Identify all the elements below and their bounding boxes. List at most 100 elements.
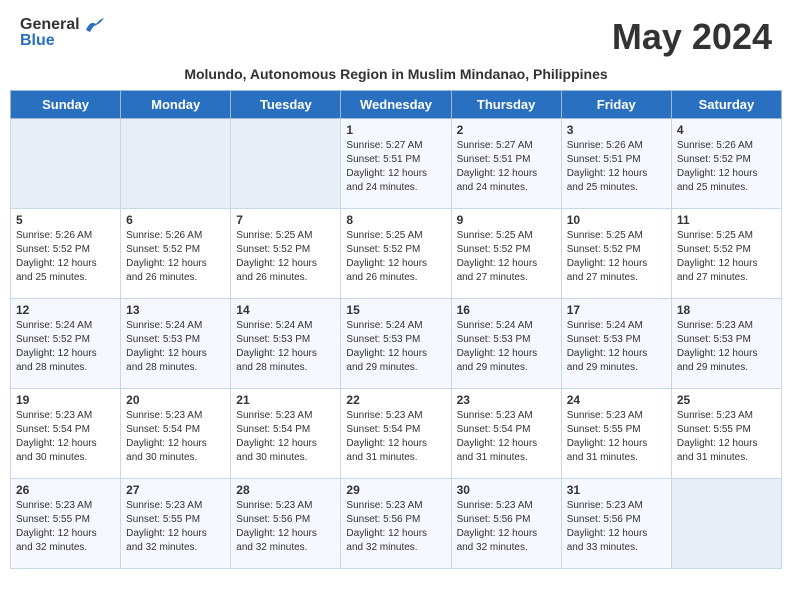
sunset-text: Sunset: 5:53 PM (236, 334, 310, 345)
day-info: Sunrise: 5:24 AMSunset: 5:53 PMDaylight:… (346, 319, 445, 375)
daylight-text: Daylight: 12 hours and 25 minutes. (567, 168, 648, 193)
calendar-week-row: 5Sunrise: 5:26 AMSunset: 5:52 PMDaylight… (11, 209, 782, 299)
daylight-text: Daylight: 12 hours and 24 minutes. (457, 168, 538, 193)
daylight-text: Daylight: 12 hours and 30 minutes. (16, 438, 97, 463)
calendar-cell: 16Sunrise: 5:24 AMSunset: 5:53 PMDayligh… (451, 299, 561, 389)
daylight-text: Daylight: 12 hours and 27 minutes. (567, 258, 648, 283)
day-info: Sunrise: 5:24 AMSunset: 5:52 PMDaylight:… (16, 319, 115, 375)
day-info: Sunrise: 5:23 AMSunset: 5:55 PMDaylight:… (567, 409, 666, 465)
daylight-text: Daylight: 12 hours and 27 minutes. (677, 258, 758, 283)
calendar-cell: 21Sunrise: 5:23 AMSunset: 5:54 PMDayligh… (231, 389, 341, 479)
sunset-text: Sunset: 5:55 PM (677, 424, 751, 435)
calendar-cell: 1Sunrise: 5:27 AMSunset: 5:51 PMDaylight… (341, 119, 451, 209)
day-number: 2 (457, 123, 556, 137)
sunrise-text: Sunrise: 5:25 AM (677, 230, 753, 241)
calendar-cell: 20Sunrise: 5:23 AMSunset: 5:54 PMDayligh… (121, 389, 231, 479)
weekday-header-wednesday: Wednesday (341, 91, 451, 119)
sunset-text: Sunset: 5:54 PM (236, 424, 310, 435)
calendar-cell: 13Sunrise: 5:24 AMSunset: 5:53 PMDayligh… (121, 299, 231, 389)
weekday-header-thursday: Thursday (451, 91, 561, 119)
daylight-text: Daylight: 12 hours and 31 minutes. (567, 438, 648, 463)
calendar-cell: 2Sunrise: 5:27 AMSunset: 5:51 PMDaylight… (451, 119, 561, 209)
sunset-text: Sunset: 5:52 PM (677, 244, 751, 255)
day-number: 17 (567, 303, 666, 317)
daylight-text: Daylight: 12 hours and 29 minutes. (567, 348, 648, 373)
day-number: 12 (16, 303, 115, 317)
day-info: Sunrise: 5:24 AMSunset: 5:53 PMDaylight:… (236, 319, 335, 375)
weekday-header-saturday: Saturday (671, 91, 781, 119)
day-number: 28 (236, 483, 335, 497)
sunset-text: Sunset: 5:52 PM (16, 244, 90, 255)
sunset-text: Sunset: 5:56 PM (567, 514, 641, 525)
sunrise-text: Sunrise: 5:26 AM (126, 230, 202, 241)
day-number: 22 (346, 393, 445, 407)
calendar-cell (231, 119, 341, 209)
calendar-cell: 28 Sunrise: 5:23 AMSunset: 5:56 PMDayligh… (231, 479, 341, 569)
day-info: Sunrise: 5:23 AMSunset: 5:56 PMDaylight:… (236, 499, 335, 555)
day-number: 24 (567, 393, 666, 407)
day-number: 7 (236, 213, 335, 227)
logo-bird-icon (82, 16, 104, 34)
day-number: 4 (677, 123, 776, 137)
daylight-text: Daylight: 12 hours and 32 minutes. (16, 528, 97, 553)
daylight-text: Daylight: 12 hours and 29 minutes. (677, 348, 758, 373)
day-info: Sunrise: 5:25 AMSunset: 5:52 PMDaylight:… (457, 229, 556, 285)
day-info: Sunrise: 5:23 AMSunset: 5:56 PMDaylight:… (567, 499, 666, 555)
sunrise-text: Sunrise: 5:27 AM (346, 140, 422, 151)
daylight-text: Daylight: 12 hours and 32 minutes. (236, 528, 317, 553)
calendar-cell: 3 Sunrise: 5:26 AM Sunset: 5:51 PM Daylight… (561, 119, 671, 209)
day-info: Sunrise: 5:25 AM Sunset: 5:52 PM Daylight:… (677, 229, 776, 285)
sunrise-text: Sunrise: 5:24 AM (16, 320, 92, 331)
day-number: 14 (236, 303, 335, 317)
sunset-text: Sunset: 5:52 PM (236, 244, 310, 255)
day-number: 26 (16, 483, 115, 497)
sunset-text: Sunset: 5:52 PM (567, 244, 641, 255)
sunrise-text: Sunrise: 5:23 AM (457, 410, 533, 421)
logo: General Blue (20, 16, 104, 50)
day-info: Sunrise: 5:23 AMSunset: 5:56 PMDaylight:… (457, 499, 556, 555)
sunrise-text: Sunrise: 5:26 AM (567, 140, 643, 151)
weekday-header-sunday: Sunday (11, 91, 121, 119)
weekday-header-friday: Friday (561, 91, 671, 119)
day-info: Sunrise: 5:25 AMSunset: 5:52 PMDaylight:… (567, 229, 666, 285)
calendar-cell: 11Sunrise: 5:25 AMSunset: 5:52 PMDayligh… (671, 209, 781, 299)
day-info: Sunrise: 5:23 AMSunset: 5:54 PMDaylight:… (16, 409, 115, 465)
calendar-cell: 30Sunrise: 5:23 AMSunset: 5:56 PMDayligh… (451, 479, 561, 569)
sunrise-text: Sunrise: 5:23 AM (16, 500, 92, 511)
sunset-text: Sunset: 5:55 PM (16, 514, 90, 525)
sunset-text: Sunset: 5:53 PM (457, 334, 531, 345)
calendar-cell: 4 Sunrise: 5:26 AMSunset: 5:52 PMDaylight… (671, 119, 781, 209)
calendar-week-row: 1Sunrise: 5:27 AMSunset: 5:51 PMDaylight… (11, 119, 782, 209)
day-number: 31 (567, 483, 666, 497)
page-header: General Blue May 2024 (0, 0, 792, 62)
day-info: Sunrise: 5:26 AMSunset: 5:52 PMDaylight:… (677, 139, 776, 195)
daylight-text: Daylight: 12 hours and 26 minutes. (126, 258, 207, 283)
sunrise-text: Sunrise: 5:26 AM (677, 140, 753, 151)
daylight-text: Daylight: 12 hours and 32 minutes. (346, 528, 427, 553)
sunset-text: Sunset: 5:53 PM (346, 334, 420, 345)
day-number: 3 (567, 123, 666, 137)
day-info: Sunrise: 5:25 AMSunset: 5:52 PMDaylight:… (236, 229, 335, 285)
calendar-cell (121, 119, 231, 209)
day-number: 19 (16, 393, 115, 407)
sunset-text: Sunset: 5:52 PM (126, 244, 200, 255)
day-number: 13 (126, 303, 225, 317)
day-info: Sunrise: 5:24 AMSunset: 5:53 PMDaylight:… (457, 319, 556, 375)
sunrise-text: Sunrise: 5:23 AM (567, 500, 643, 511)
weekday-header-tuesday: Tuesday (231, 91, 341, 119)
calendar-cell: 24 Sunrise: 5:23 AMSunset: 5:55 PMDayligh… (561, 389, 671, 479)
sunrise-text: Sunrise: 5:25 AM (236, 230, 312, 241)
day-number: 25 (677, 393, 776, 407)
sunrise-text: Sunrise: 5:23 AM (126, 500, 202, 511)
calendar-cell: 23Sunrise: 5:23 AMSunset: 5:54 PMDayligh… (451, 389, 561, 479)
day-number: 20 (126, 393, 225, 407)
calendar-cell: 26 Sunrise: 5:23 AM Sunset: 5:55 PM Dayligh… (11, 479, 121, 569)
calendar-cell: 8Sunrise: 5:25 AMSunset: 5:52 PMDaylight… (341, 209, 451, 299)
sunset-text: Sunset: 5:54 PM (346, 424, 420, 435)
sunset-text: Sunset: 5:51 PM (567, 154, 641, 165)
sunset-text: Sunset: 5:56 PM (346, 514, 420, 525)
sunset-text: Sunset: 5:54 PM (457, 424, 531, 435)
calendar-cell: 15Sunrise: 5:24 AMSunset: 5:53 PMDayligh… (341, 299, 451, 389)
daylight-text: Daylight: 12 hours and 27 minutes. (457, 258, 538, 283)
calendar-cell: 18Sunrise: 5:23 AMSunset: 5:53 PMDayligh… (671, 299, 781, 389)
